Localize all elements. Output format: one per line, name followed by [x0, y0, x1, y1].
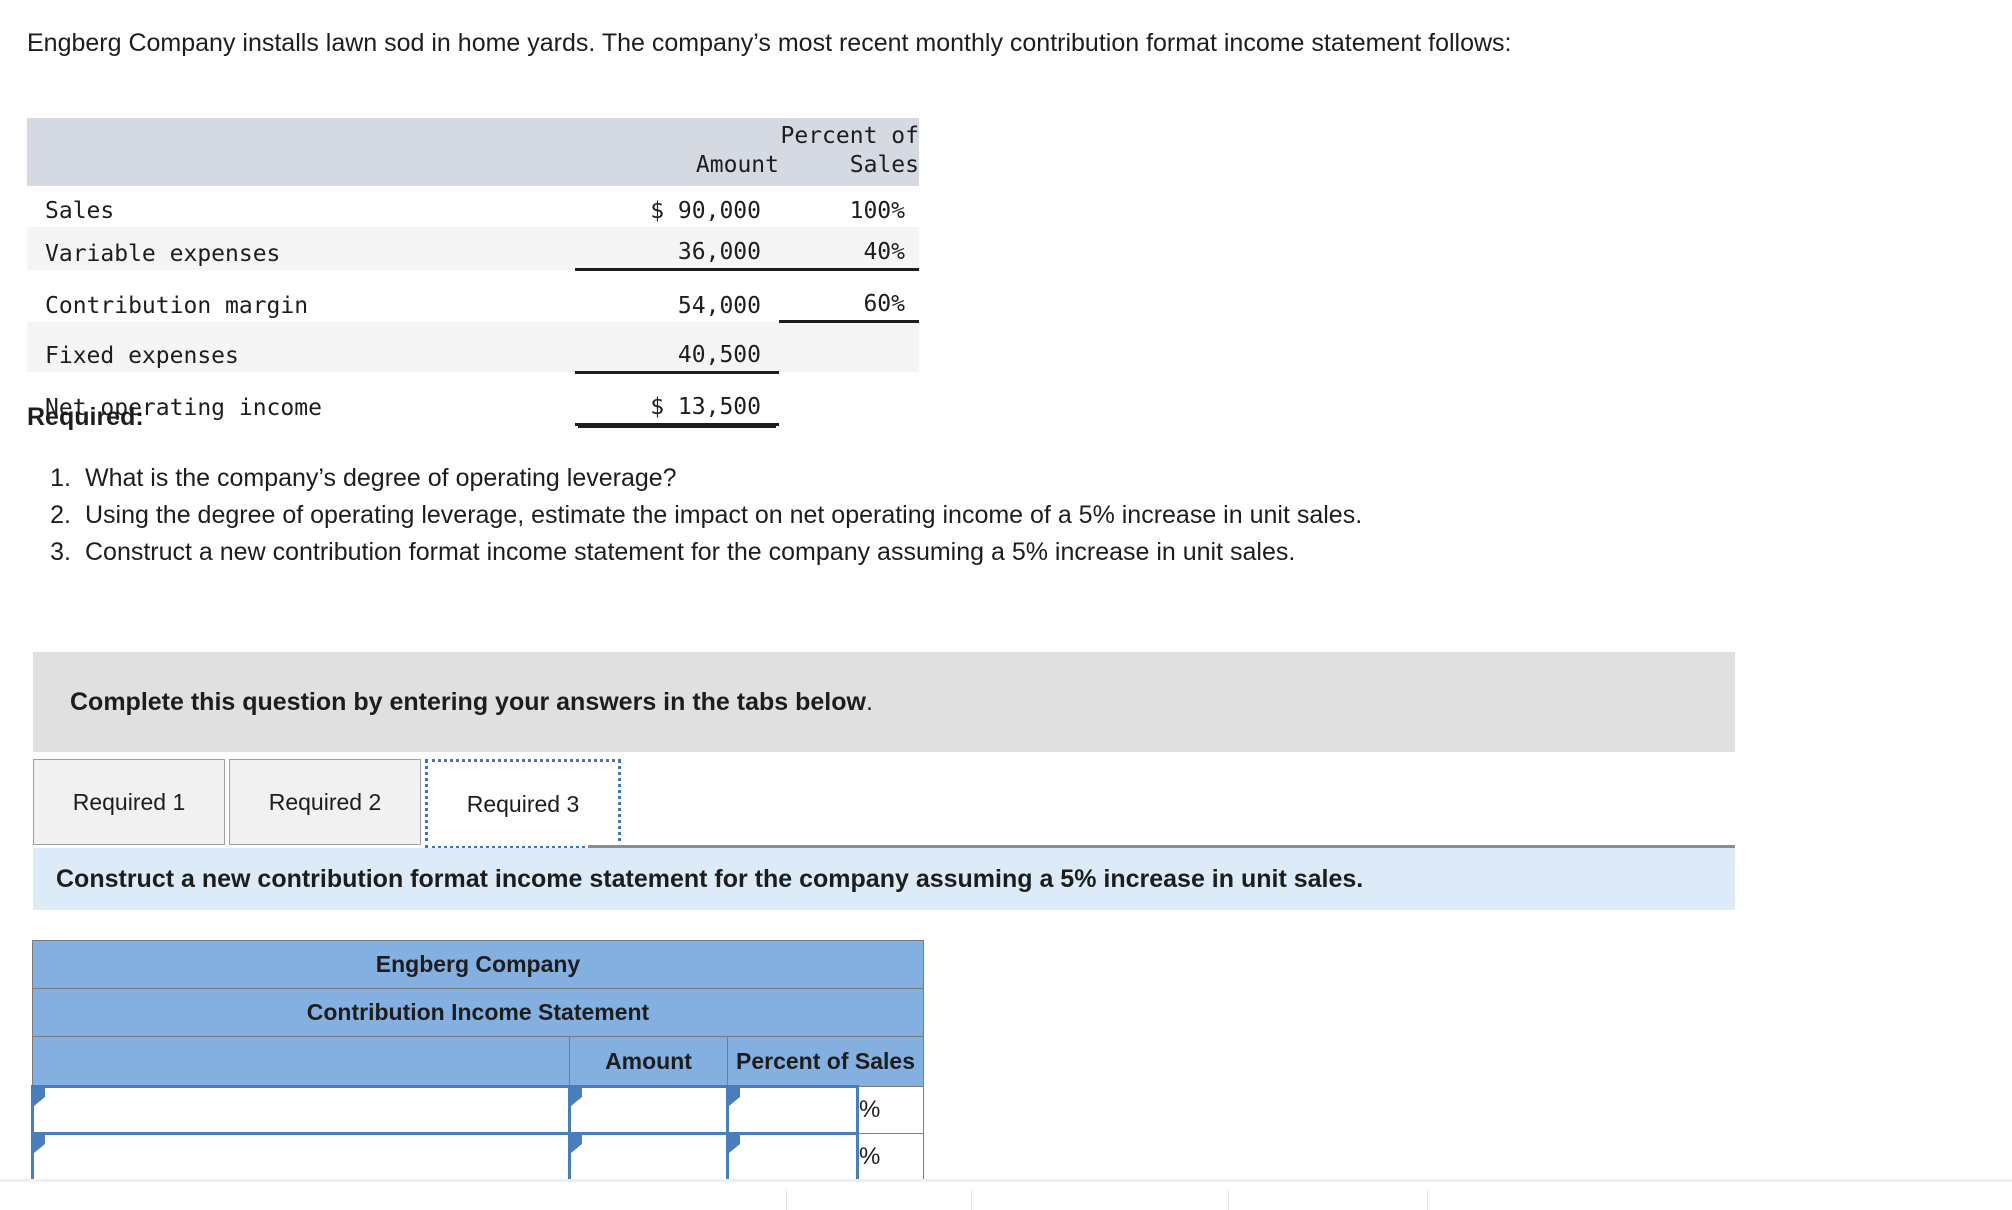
answer-table-title-row-2: Contribution Income Statement: [32, 988, 924, 1037]
tab-required-1-label: Required 1: [72, 788, 186, 815]
table-row: %: [31, 1085, 924, 1135]
dropdown-triangle-icon: [729, 1135, 740, 1153]
given-row-label-variable-expenses: Variable expenses: [27, 227, 575, 270]
list-item: 1. What is the company’s degree of operat…: [27, 460, 1947, 497]
required-item-text-1: What is the company’s degree of operatin…: [85, 464, 677, 492]
given-header-amount: Amount: [575, 118, 779, 186]
instruction-bold-text: Complete this question by entering your …: [70, 687, 866, 716]
given-row-percent-variable-expenses: 40%: [779, 227, 919, 271]
tab-required-2-label: Required 2: [268, 788, 382, 815]
required-item-number-2: 2.: [50, 501, 71, 529]
given-header-percent-line2: Sales: [849, 152, 919, 178]
list-item: 3. Construct a new contribution format in…: [27, 534, 1947, 571]
given-row-label-fixed-expenses: Fixed expenses: [27, 321, 575, 372]
answer-table-company-name: Engberg Company: [32, 940, 924, 989]
given-header-percent: Percent of Sales: [779, 118, 919, 186]
footer-divider: [971, 1190, 972, 1210]
answer-row-1-amount-input[interactable]: [568, 1085, 729, 1135]
answer-col-header-amount: Amount: [569, 1036, 728, 1087]
answer-table-title-row-1: Engberg Company: [32, 940, 924, 989]
given-row-percent-net-operating-income: [779, 372, 919, 424]
dropdown-triangle-icon: [34, 1088, 45, 1106]
tab-required-3[interactable]: Required 3: [425, 759, 621, 849]
problem-intro-text: Engberg Company installs lawn sod in hom…: [27, 29, 1512, 57]
answer-col-header-blank: [32, 1036, 570, 1087]
table-row: Contribution margin 54,000 60%: [27, 269, 919, 323]
given-row-percent-sales: 100%: [849, 198, 905, 224]
given-row-amount-fixed-expenses: 40,500: [575, 321, 779, 374]
given-header-blank: [27, 118, 575, 186]
table-row: Net operating income $ 13,500: [27, 372, 919, 426]
given-row-amount-sales: $ 90,000: [650, 198, 761, 224]
tab-required-1[interactable]: Required 1: [33, 759, 225, 845]
answer-col-header-percent-of-sales: Percent of Sales: [727, 1036, 924, 1087]
dropdown-triangle-icon: [729, 1088, 740, 1106]
answer-table-column-header-row: Amount Percent of Sales: [32, 1036, 924, 1087]
tab-required-3-label: Required 3: [466, 790, 580, 817]
footer-divider: [1427, 1190, 1428, 1210]
answer-row-1-percent-sign: %: [857, 1086, 924, 1134]
table-row: %: [31, 1132, 924, 1182]
dropdown-triangle-icon: [34, 1135, 45, 1153]
table-row: Variable expenses 36,000 40%: [27, 227, 919, 271]
given-table-header-row: Amount Percent of Sales: [27, 118, 919, 186]
answer-row-1-label-input[interactable]: [31, 1085, 571, 1135]
required-item-text-2: Using the degree of operating leverage, …: [85, 501, 1363, 529]
required-list: 1. What is the company’s degree of operat…: [27, 460, 1947, 571]
given-row-amount-net-operating-income: $ 13,500: [575, 372, 779, 426]
tab-required-2[interactable]: Required 2: [229, 759, 421, 845]
table-row: Fixed expenses 40,500: [27, 321, 919, 374]
instruction-banner: Complete this question by entering your …: [33, 652, 1735, 752]
instruction-banner-text: Complete this question by entering your …: [33, 688, 873, 717]
table-row: Sales $ 90,000 100%: [27, 186, 919, 227]
footer-divider: [1228, 1190, 1229, 1210]
answer-row-2-label-input[interactable]: [31, 1132, 571, 1182]
footer-divider: [786, 1190, 787, 1210]
required-item-number-1: 1.: [50, 464, 71, 492]
answer-row-2-percent-input[interactable]: [726, 1132, 859, 1182]
given-header-amount-label: Amount: [695, 152, 779, 178]
answer-row-2-amount-input[interactable]: [568, 1132, 729, 1182]
answer-entry-table: Engberg Company Contribution Income Stat…: [31, 940, 924, 1182]
given-row-amount-contribution-margin: 54,000: [677, 292, 761, 319]
list-item: 2. Using the degree of operating leverage…: [27, 497, 1947, 534]
dropdown-triangle-icon: [571, 1135, 582, 1153]
answer-row-1-percent-input[interactable]: [726, 1085, 859, 1135]
given-row-percent-contribution-margin: 60%: [779, 269, 919, 323]
dropdown-triangle-icon: [571, 1088, 582, 1106]
answer-row-2-percent-sign: %: [857, 1133, 924, 1182]
given-row-percent-fixed-expenses: [779, 321, 919, 372]
instruction-trailing-period: .: [865, 687, 873, 716]
given-row-label-contribution-margin: Contribution margin: [45, 292, 309, 319]
given-row-amount-variable-expenses: 36,000: [575, 227, 779, 271]
sub-instruction-text: Construct a new contribution format inco…: [56, 864, 1364, 893]
sub-instruction-bar: Construct a new contribution format inco…: [33, 848, 1735, 910]
given-header-percent-line1: Percent of: [780, 123, 919, 149]
required-item-text-3: Construct a new contribution format inco…: [85, 538, 1296, 566]
given-row-label-sales: Sales: [45, 198, 115, 224]
given-income-statement-table: Amount Percent of Sales Sales $ 90,000 1…: [27, 118, 919, 426]
required-item-number-3: 3.: [50, 538, 71, 566]
answer-table-statement-name: Contribution Income Statement: [32, 988, 924, 1037]
required-heading: Required:: [27, 403, 144, 431]
footer-toolbar: [0, 1182, 2012, 1210]
